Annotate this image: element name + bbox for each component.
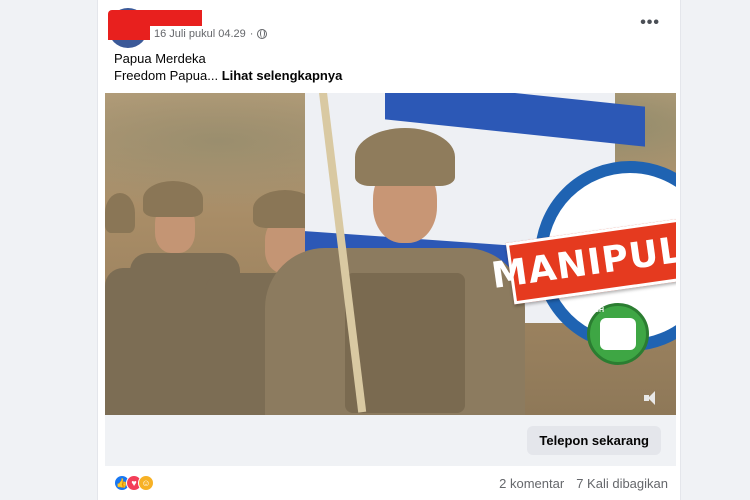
- main-soldier-helmet: [355, 128, 455, 186]
- soldier-left-helmet: [105, 193, 135, 233]
- post-meta: 16 Juli pukul 04.29 ·: [154, 28, 268, 40]
- volume-icon[interactable]: [644, 391, 662, 405]
- haha-reaction-icon: ☺: [138, 475, 154, 491]
- post-text-line1: Papua Merdeka: [114, 51, 206, 66]
- post-text-line2: Freedom Papua... Lihat selengkapnya: [114, 68, 342, 83]
- fact-check-badge-icon: CH: [587, 303, 649, 365]
- call-to-action-bar: Telepon sekarang: [105, 415, 676, 466]
- soldier-2-helmet: [143, 181, 203, 217]
- reaction-icons[interactable]: 👍 ♥ ☺: [114, 475, 154, 491]
- call-now-button[interactable]: Telepon sekarang: [527, 426, 661, 455]
- post-timestamp[interactable]: 16 Juli pukul 04.29: [154, 28, 246, 40]
- share-count[interactable]: 7 Kali dibagikan: [576, 476, 668, 491]
- author-name-redaction: [124, 10, 202, 26]
- see-more-link[interactable]: Lihat selengkapnya: [222, 68, 343, 83]
- globe-icon: [257, 29, 268, 39]
- comment-count[interactable]: 2 komentar: [499, 476, 564, 491]
- post-stats: 2 komentar 7 Kali dibagikan: [499, 476, 668, 491]
- more-options-button[interactable]: •••: [640, 14, 660, 32]
- video-player[interactable]: CH MANIPULASI: [105, 93, 676, 415]
- post-card: 16 Juli pukul 04.29 · ••• Papua Merdeka …: [97, 0, 681, 500]
- post-text-prefix: Freedom Papua...: [114, 68, 219, 83]
